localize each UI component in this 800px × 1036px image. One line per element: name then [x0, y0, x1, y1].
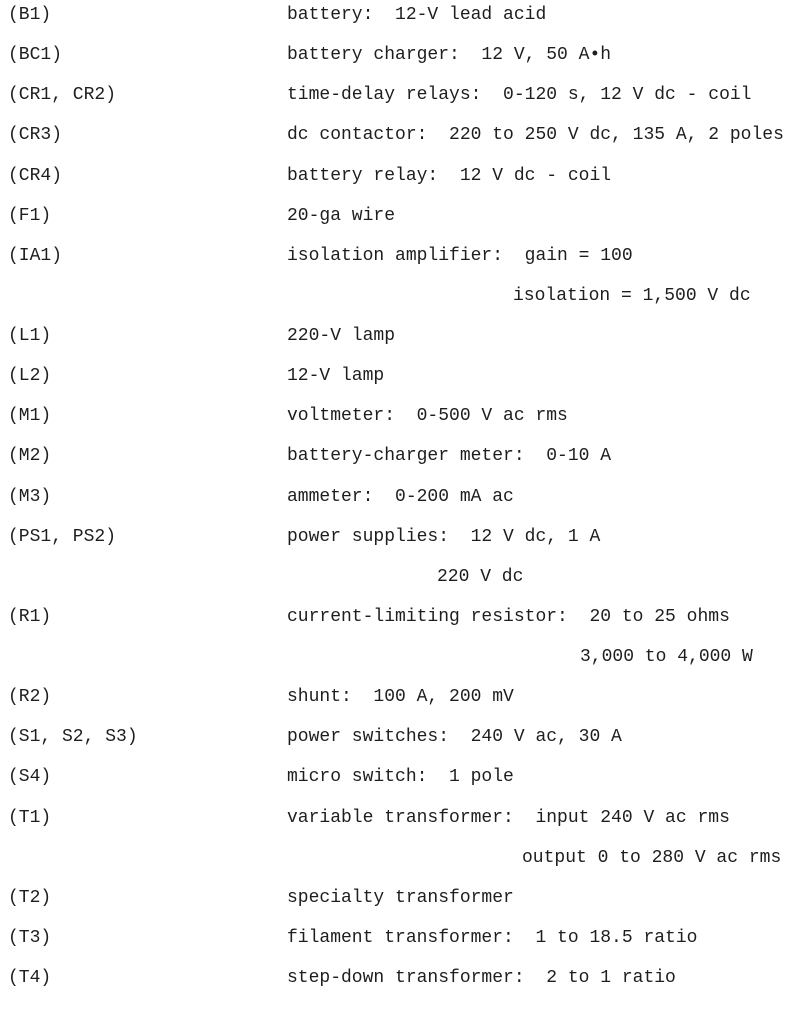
component-description: current-limiting resistor: 20 to 25 ohms	[287, 606, 730, 627]
component-designator: (CR3)	[8, 125, 63, 146]
component-designator: (PS1, PS2)	[8, 526, 117, 547]
component-description: 12-V lamp	[287, 366, 385, 387]
component-designator: (IA1)	[8, 245, 63, 266]
component-designator: (BC1)	[8, 45, 63, 66]
component-designator: (R2)	[8, 687, 52, 708]
component-designator: (B1)	[8, 5, 52, 25]
component-designator: (R1)	[8, 606, 52, 627]
component-designator: (F1)	[8, 205, 52, 226]
component-description: specialty transformer	[287, 887, 514, 908]
component-description: battery: 12-V lead acid	[287, 5, 547, 25]
component-description-continuation: output 0 to 280 V ac rms	[522, 847, 782, 868]
component-designator: (T3)	[8, 927, 52, 948]
component-designator: (L2)	[8, 366, 52, 387]
component-designator: (T1)	[8, 807, 52, 828]
component-description: voltmeter: 0-500 V ac rms	[287, 406, 568, 427]
component-description: battery-charger meter: 0-10 A	[287, 446, 612, 467]
component-description: power supplies: 12 V dc, 1 A	[287, 526, 601, 547]
component-designator: (M1)	[8, 406, 52, 427]
component-designator: (L1)	[8, 326, 52, 347]
component-description: variable transformer: input 240 V ac rms	[287, 807, 730, 828]
component-designator: (M2)	[8, 446, 52, 467]
component-designator: (M3)	[8, 486, 52, 507]
component-description: filament transformer: 1 to 18.5 ratio	[287, 927, 698, 948]
component-description-continuation: 220 V dc	[437, 566, 524, 587]
component-designator: (CR4)	[8, 165, 63, 186]
component-description: shunt: 100 A, 200 mV	[287, 687, 514, 708]
component-description: power switches: 240 V ac, 30 A	[287, 727, 622, 748]
component-designator: (T4)	[8, 968, 52, 989]
component-description: isolation amplifier: gain = 100	[287, 245, 633, 266]
component-description-continuation: 3,000 to 4,000 W	[580, 647, 753, 668]
component-description: battery charger: 12 V, 50 A•h	[287, 45, 612, 66]
component-description: 20-ga wire	[287, 205, 396, 226]
component-description: time-delay relays: 0-120 s, 12 V dc - co…	[287, 85, 752, 106]
component-designator: (S4)	[8, 767, 52, 788]
component-description: ammeter: 0-200 mA ac	[287, 486, 514, 507]
component-description-continuation: isolation = 1,500 V dc	[513, 285, 751, 306]
component-description: dc contactor: 220 to 250 V dc, 135 A, 2 …	[287, 125, 784, 146]
component-designator: (T2)	[8, 887, 52, 908]
component-description: 220-V lamp	[287, 326, 396, 347]
component-designator: (S1, S2, S3)	[8, 727, 138, 748]
component-description: battery relay: 12 V dc - coil	[287, 165, 612, 186]
component-designator: (CR1, CR2)	[8, 85, 117, 106]
component-description: step-down transformer: 2 to 1 ratio	[287, 968, 676, 989]
component-description: micro switch: 1 pole	[287, 767, 514, 788]
